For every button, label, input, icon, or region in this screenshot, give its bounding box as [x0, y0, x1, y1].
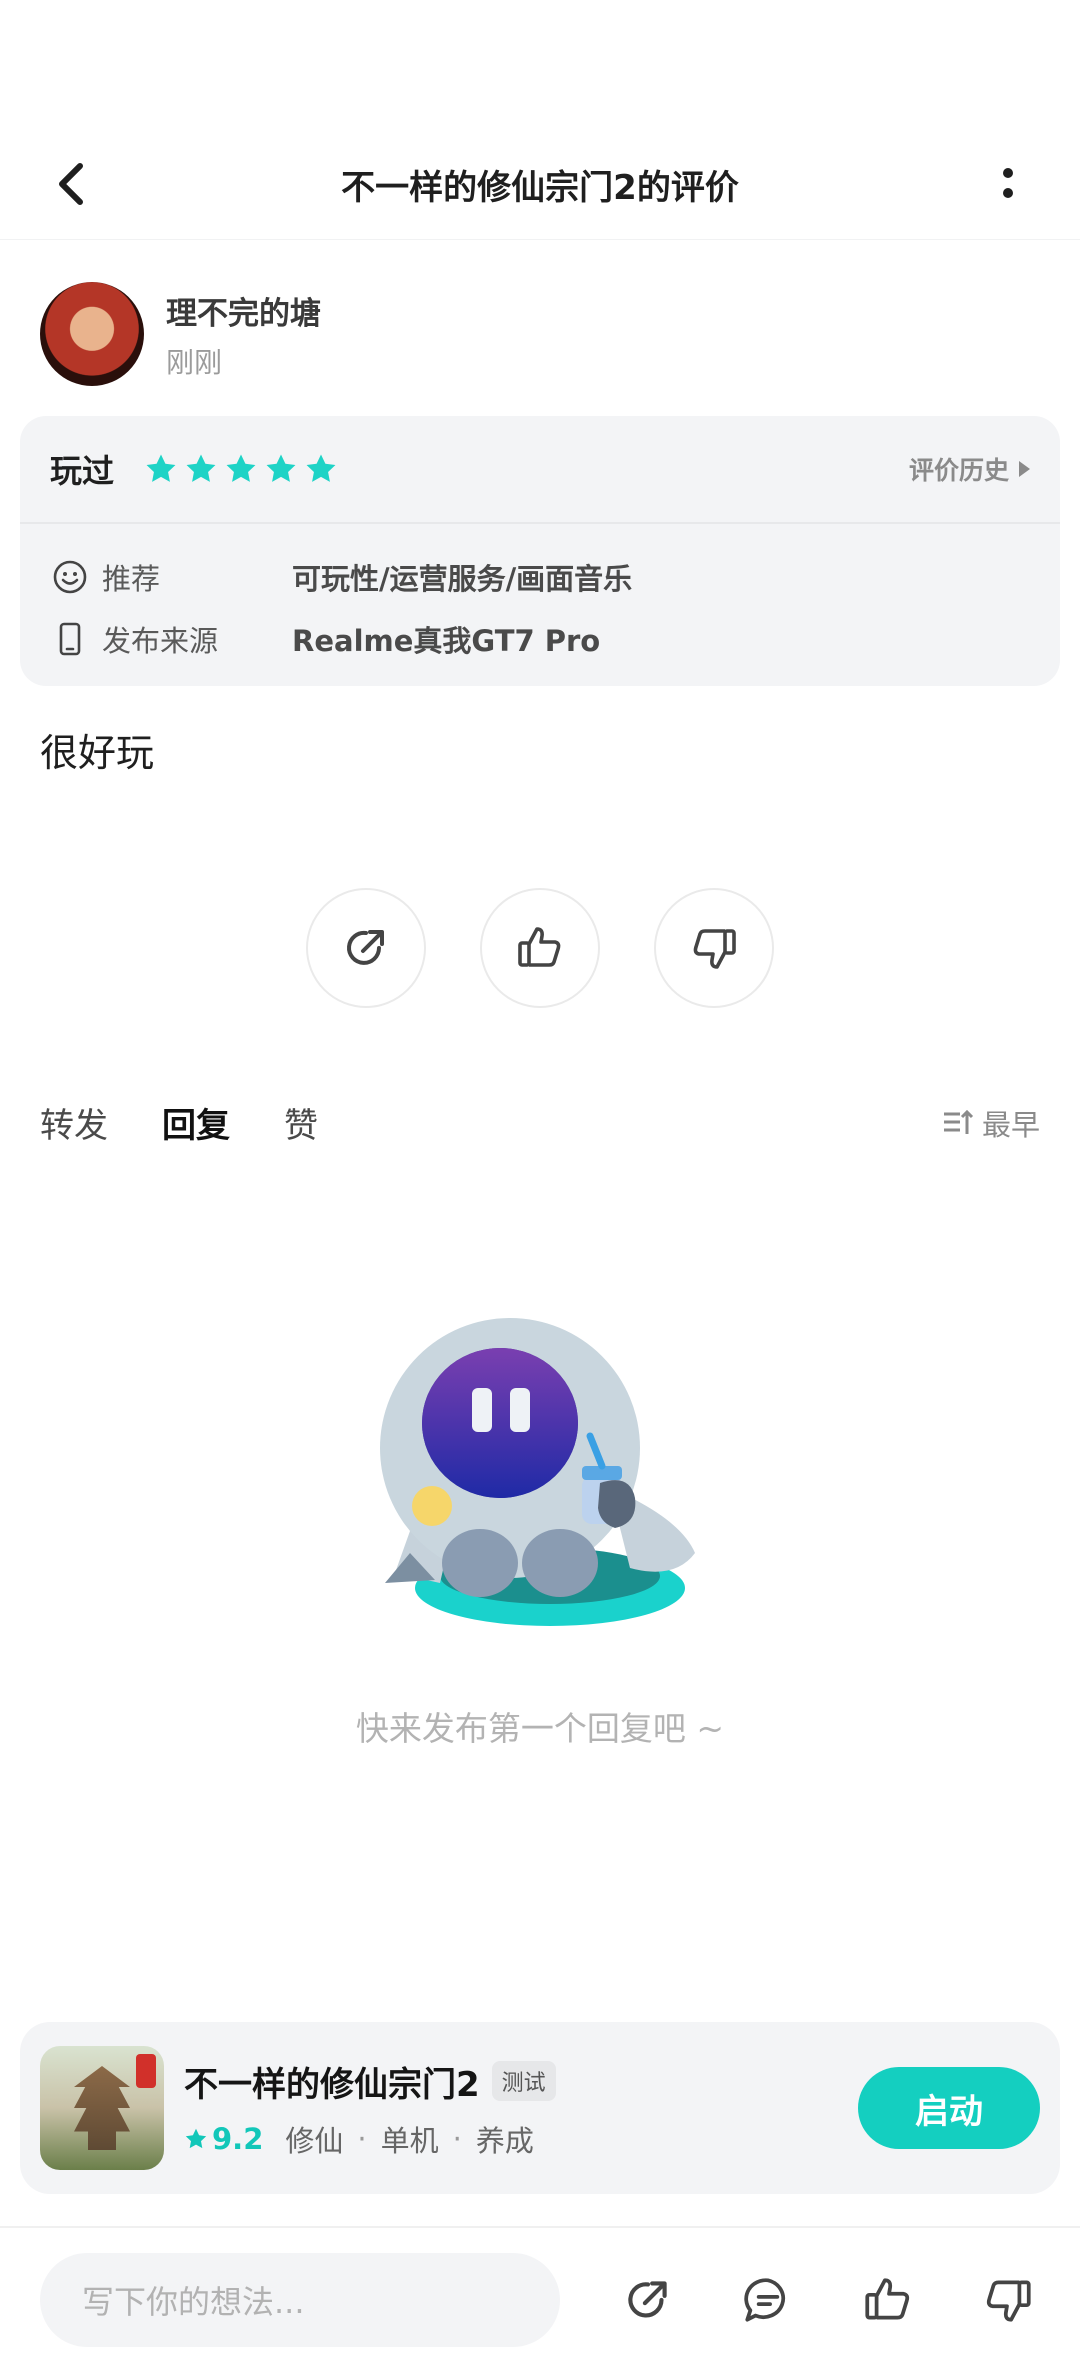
game-info: 不一样的修仙宗门2 测试 9.2 修仙 · 单机 · 养成 [184, 2057, 556, 2160]
game-icon[interactable] [40, 2046, 164, 2170]
tab-repost[interactable]: 转发 [40, 1098, 108, 1147]
smile-icon [52, 559, 88, 595]
launch-button[interactable]: 启动 [858, 2067, 1040, 2149]
divider [0, 2226, 1080, 2228]
reply-tabs: 转发 回复 赞 最早 [40, 1098, 1040, 1151]
sort-icon [943, 1109, 974, 1134]
avatar[interactable] [40, 282, 144, 386]
dislike-button[interactable] [654, 888, 774, 1008]
game-title: 不一样的修仙宗门2 [184, 2064, 480, 2105]
game-tag: 养成 [475, 2123, 534, 2158]
thumbs-down-icon [986, 2280, 1031, 2322]
star-icon [185, 2128, 207, 2148]
game-card[interactable]: 不一样的修仙宗门2 测试 9.2 修仙 · 单机 · 养成 启动 [20, 2022, 1060, 2194]
back-arrow-icon [59, 163, 83, 205]
review-history-label: 评价历史 [908, 456, 1009, 485]
review-author[interactable]: 理不完的塘 刚刚 [40, 282, 321, 386]
recommend-value: 可玩性/运营服务/画面音乐 [292, 562, 633, 596]
test-badge: 测试 [491, 2061, 556, 2101]
game-meta: 9.2 修仙 · 单机 · 养成 [184, 2118, 556, 2160]
tag-separator: · [452, 2121, 462, 2156]
star-icon [266, 454, 296, 482]
empty-state-text: 快来发布第一个回复吧 ~ [355, 1709, 725, 1748]
tag-separator: · [357, 2121, 367, 2156]
source-label: 发布来源 [102, 624, 219, 658]
star-icon [186, 454, 216, 482]
like-button-bottom[interactable] [856, 2268, 920, 2332]
star-icon [306, 454, 336, 482]
bottom-comment-bar: 写下你的想法... [40, 2252, 1040, 2348]
comment-button[interactable] [736, 2268, 800, 2332]
game-tag: 修仙 [285, 2123, 344, 2158]
game-tag: 单机 [380, 2123, 439, 2158]
page-title: 不一样的修仙宗门2的评价 [341, 168, 739, 208]
recommend-row: 推荐 可玩性/运营服务/画面音乐 [20, 546, 1060, 608]
source-row: 发布来源 Realme真我GT7 Pro [20, 608, 1060, 670]
tab-replies[interactable]: 回复 [162, 1098, 230, 1151]
review-history-link[interactable]: 评价历史 [909, 451, 1030, 487]
triangle-right-icon [1019, 461, 1030, 477]
username[interactable]: 理不完的塘 [166, 288, 321, 333]
empty-state-mascot [380, 1318, 695, 1626]
game-score-value: 9.2 [212, 2121, 264, 2156]
share-icon [347, 930, 384, 965]
rating-row: 玩过 评价历史 [20, 416, 1060, 524]
game-score: 9.2 [184, 2122, 263, 2156]
thumbs-up-icon [865, 2278, 910, 2320]
pagoda-icon [74, 2066, 130, 2150]
review-details: 推荐 可玩性/运营服务/画面音乐 发布来源 Realme真我GT7 Pro [20, 524, 1060, 670]
sort-button[interactable]: 最早 [942, 1102, 1040, 1144]
back-button[interactable] [40, 152, 104, 216]
tab-likes[interactable]: 赞 [284, 1098, 318, 1147]
top-bar: 不一样的修仙宗门2的评价 [0, 130, 1080, 240]
phone-icon [52, 621, 88, 657]
post-time: 刚刚 [166, 345, 223, 379]
played-status: 玩过 [50, 452, 115, 490]
more-button[interactable] [976, 152, 1040, 216]
star-icon [146, 454, 176, 482]
game-title-row: 不一样的修仙宗门2 测试 [184, 2057, 556, 2106]
comment-input[interactable]: 写下你的想法... [40, 2253, 560, 2347]
seal-icon [136, 2054, 156, 2088]
thumbs-up-icon [518, 927, 561, 967]
share-button-bottom[interactable] [616, 2268, 680, 2332]
dislike-button-bottom[interactable] [976, 2268, 1040, 2332]
share-button[interactable] [306, 888, 426, 1008]
review-info-card: 玩过 评价历史 推荐 可玩性/运营服务/画面音乐 发布来源 Realme真我GT… [20, 416, 1060, 686]
sort-label: 最早 [981, 1107, 1040, 1142]
thumbs-down-icon [693, 929, 736, 969]
comment-icon [744, 2278, 786, 2322]
source-value: Realme真我GT7 Pro [292, 624, 601, 658]
recommend-label: 推荐 [102, 562, 161, 596]
share-icon [628, 2281, 667, 2318]
more-vertical-icon [1003, 168, 1013, 198]
review-actions [0, 888, 1080, 1008]
star-icon [226, 454, 256, 482]
star-rating [144, 452, 338, 486]
like-button[interactable] [480, 888, 600, 1008]
author-info: 理不完的塘 刚刚 [166, 288, 321, 381]
review-text: 很好玩 [40, 731, 155, 775]
